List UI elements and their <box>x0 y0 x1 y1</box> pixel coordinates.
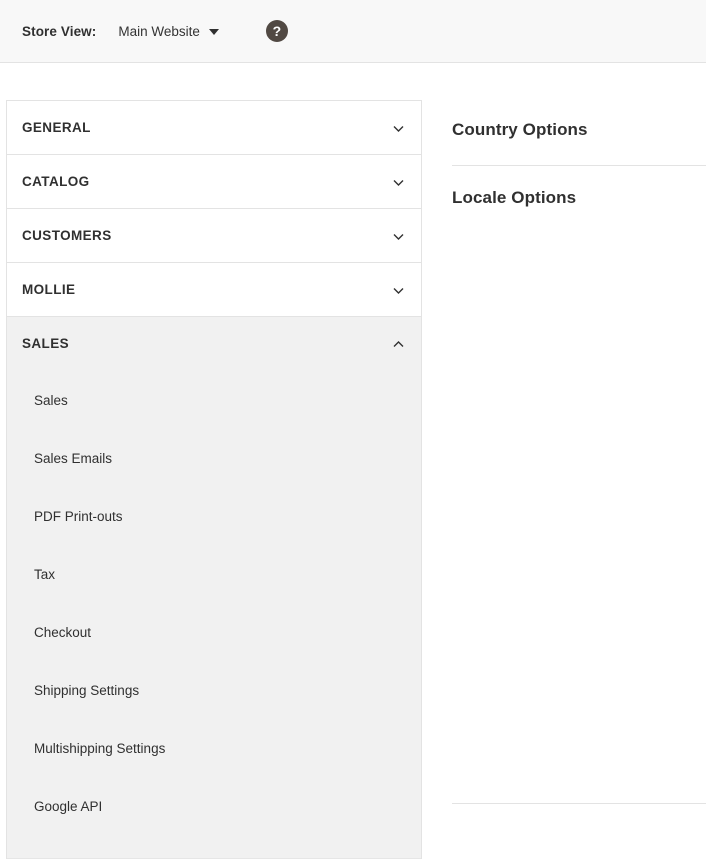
sidebar-item-sales[interactable]: Sales <box>7 394 421 452</box>
content-group-country-options: Country Options <box>452 100 706 166</box>
store-view-switcher[interactable]: Main Website <box>118 24 219 39</box>
chevron-up-icon <box>392 338 405 351</box>
sidebar-item-label: Multishipping Settings <box>34 742 421 756</box>
sidebar-item-multishipping-settings[interactable]: Multishipping Settings <box>7 742 421 800</box>
nav-section-label: SALES <box>22 336 69 351</box>
nav-section-customers: CUSTOMERS <box>7 209 421 263</box>
chevron-down-icon <box>392 230 405 243</box>
sidebar-item-label: Tax <box>34 568 421 582</box>
question-mark-icon[interactable]: ? <box>266 20 288 42</box>
nav-section-mollie: MOLLIE <box>7 263 421 317</box>
store-view-bar-inner: Store View: Main Website ? <box>22 0 288 62</box>
config-nav: GENERAL CATALOG CUSTOMERS <box>6 100 422 859</box>
nav-sublist-sales: Sales Sales Emails PDF Print-outs Tax Ch… <box>7 370 421 858</box>
nav-section-header-general[interactable]: GENERAL <box>7 101 421 154</box>
content-group-locale-options: Locale Options <box>452 166 706 206</box>
nav-section-header-sales[interactable]: SALES <box>7 317 421 370</box>
sidebar-item-label: PDF Print-outs <box>34 510 421 524</box>
nav-section-label: CUSTOMERS <box>22 228 112 243</box>
sidebar-item-label: Shipping Settings <box>34 684 421 698</box>
nav-section-label: GENERAL <box>22 120 91 135</box>
sidebar-item-tax[interactable]: Tax <box>7 568 421 626</box>
config-content-area: Country Options Locale Options <box>452 100 706 206</box>
sidebar-item-google-api[interactable]: Google API <box>7 800 421 858</box>
nav-section-header-customers[interactable]: CUSTOMERS <box>7 209 421 262</box>
chevron-down-icon <box>392 284 405 297</box>
nav-section-label: CATALOG <box>22 174 90 189</box>
caret-down-icon <box>209 29 219 35</box>
group-title-country-options[interactable]: Country Options <box>452 100 706 165</box>
sidebar-item-shipping-settings[interactable]: Shipping Settings <box>7 684 421 742</box>
nav-section-sales: SALES Sales Sales Emails PDF Print-outs … <box>7 317 421 859</box>
sidebar-item-checkout[interactable]: Checkout <box>7 626 421 684</box>
sidebar-item-sales-emails[interactable]: Sales Emails <box>7 452 421 510</box>
nav-section-general: GENERAL <box>7 101 421 155</box>
sidebar-item-label: Sales <box>34 394 421 408</box>
nav-section-label: MOLLIE <box>22 282 75 297</box>
nav-section-header-mollie[interactable]: MOLLIE <box>7 263 421 316</box>
store-view-selected-value: Main Website <box>118 24 200 39</box>
store-view-label: Store View: <box>22 24 96 39</box>
question-mark-glyph: ? <box>273 24 282 38</box>
nav-section-header-catalog[interactable]: CATALOG <box>7 155 421 208</box>
group-title-locale-options[interactable]: Locale Options <box>452 166 706 206</box>
content-bottom-divider <box>452 803 706 804</box>
store-view-bar: Store View: Main Website ? <box>0 0 706 63</box>
sidebar-item-pdf-print-outs[interactable]: PDF Print-outs <box>7 510 421 568</box>
sidebar-item-label: Sales Emails <box>34 452 421 466</box>
sidebar-item-label: Google API <box>34 800 421 814</box>
chevron-down-icon <box>392 176 405 189</box>
chevron-down-icon <box>392 122 405 135</box>
nav-section-catalog: CATALOG <box>7 155 421 209</box>
sidebar-item-label: Checkout <box>34 626 421 640</box>
